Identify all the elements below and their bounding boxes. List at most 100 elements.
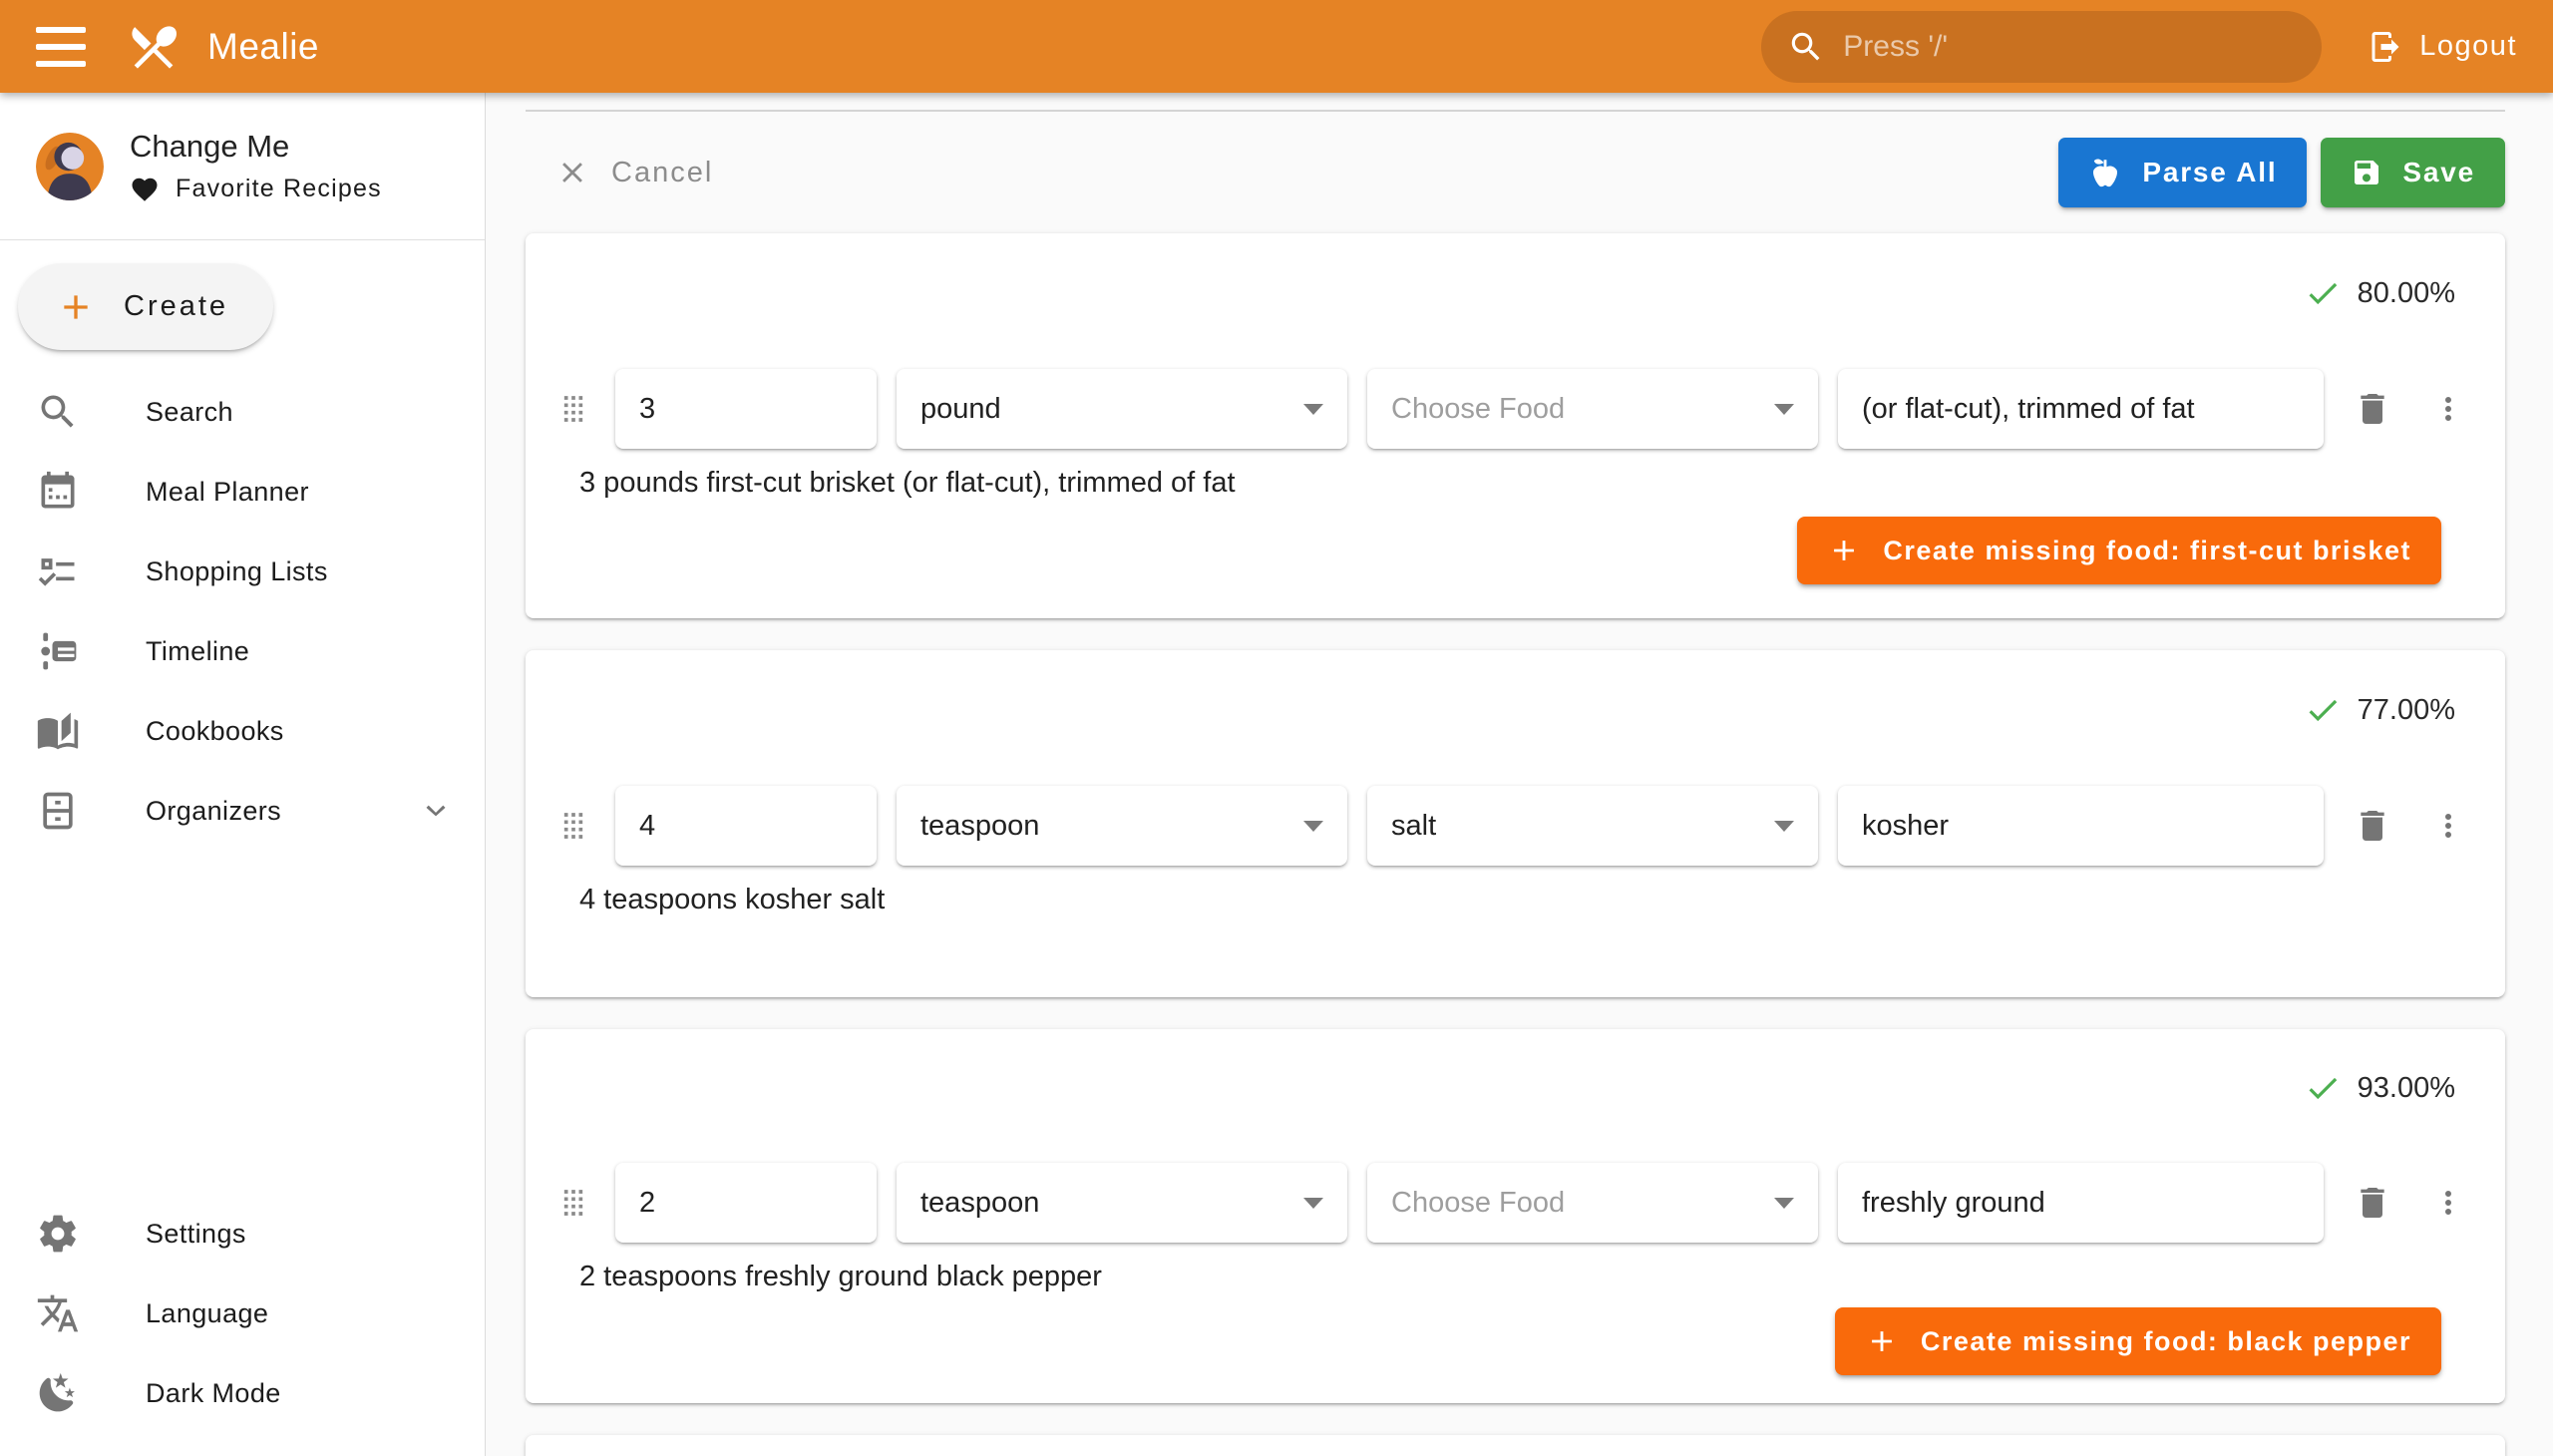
check-icon: [2304, 1069, 2342, 1107]
calendar-icon: [36, 470, 80, 514]
sidebar-item-dark-mode[interactable]: Dark Mode: [0, 1353, 485, 1433]
dropdown-arrow-icon: [1303, 1198, 1323, 1209]
drag-handle-icon[interactable]: [551, 387, 595, 431]
dropdown-arrow-icon: [1303, 404, 1323, 415]
timeline-icon: [36, 629, 80, 673]
sidebar-item-label: Meal Planner: [146, 477, 455, 508]
dropdown-arrow-icon: [1774, 404, 1794, 415]
mealie-app: Mealie Press '/' Logout Change Me: [0, 0, 2553, 1456]
sidebar-item-language[interactable]: Language: [0, 1274, 485, 1353]
confidence-value: 93.00%: [2358, 1072, 2455, 1105]
sidebar-item-label: Dark Mode: [146, 1378, 455, 1409]
chevron-down-icon: [417, 792, 455, 830]
confidence-row: 77.00%: [551, 690, 2479, 730]
create-missing-food-button[interactable]: Create missing food: first-cut brisket: [1797, 517, 2441, 584]
sidebar: Change Me Favorite Recipes Create: [0, 93, 486, 1456]
dropdown-arrow-icon: [1774, 1198, 1794, 1209]
sidebar-item-label: Timeline: [146, 636, 455, 667]
plus-icon: [1827, 534, 1861, 567]
main-content: Cancel Parse All Save 80.00%: [486, 93, 2553, 1456]
sidebar-divider: [0, 239, 485, 240]
unit-select[interactable]: teaspoon: [897, 786, 1347, 866]
search-icon: [1787, 28, 1825, 66]
original-ingredient-text: 2 teaspoons freshly ground black pepper: [579, 1261, 2479, 1293]
sidebar-item-cookbooks[interactable]: Cookbooks: [0, 691, 485, 771]
logout-icon: [2368, 29, 2403, 65]
search-input[interactable]: Press '/': [1761, 11, 2322, 83]
avatar[interactable]: [36, 133, 104, 200]
note-input[interactable]: [1838, 1163, 2324, 1243]
confidence-row: 80.00%: [551, 273, 2479, 313]
sidebar-item-label: Organizers: [146, 796, 417, 827]
cancel-button[interactable]: Cancel: [555, 156, 713, 189]
create-button[interactable]: Create: [18, 263, 273, 350]
dropdown-arrow-icon: [1774, 821, 1794, 832]
user-name: Change Me: [130, 129, 382, 165]
favorite-recipes-label: Favorite Recipes: [176, 175, 382, 203]
search-placeholder: Press '/': [1843, 30, 1948, 64]
note-input[interactable]: [1838, 369, 2324, 449]
sidebar-item-timeline[interactable]: Timeline: [0, 611, 485, 691]
file-cabinet-icon: [36, 789, 80, 833]
parse-all-label: Parse All: [2142, 157, 2277, 188]
food-select[interactable]: Choose Food: [1367, 1163, 1818, 1243]
kebab-menu-icon[interactable]: [2427, 805, 2469, 847]
logout-button[interactable]: Logout: [2368, 29, 2517, 65]
quantity-input[interactable]: [615, 369, 877, 449]
gear-icon: [36, 1212, 80, 1256]
mealie-logo-icon: [126, 19, 182, 75]
ingredient-card-partial: [526, 1435, 2505, 1456]
save-icon: [2351, 157, 2382, 188]
save-button[interactable]: Save: [2321, 138, 2505, 207]
unit-select[interactable]: teaspoon: [897, 1163, 1347, 1243]
create-missing-food-button[interactable]: Create missing food: black pepper: [1835, 1307, 2441, 1375]
sidebar-item-label: Search: [146, 397, 455, 428]
ingredient-card: 80.00% pound Choose Food 3 pounds first-…: [526, 233, 2505, 618]
ingredient-fields-row: pound Choose Food: [551, 369, 2479, 449]
original-ingredient-text: 4 teaspoons kosher salt: [579, 884, 2479, 919]
sidebar-item-organizers[interactable]: Organizers: [0, 771, 485, 851]
app-title: Mealie: [207, 26, 319, 68]
save-label: Save: [2402, 157, 2475, 188]
quantity-input[interactable]: [615, 786, 877, 866]
cancel-label: Cancel: [611, 157, 713, 189]
plus-icon: [56, 287, 96, 327]
parse-all-button[interactable]: Parse All: [2058, 138, 2307, 207]
confidence-row: 93.00%: [551, 1069, 2479, 1107]
ingredient-card: 93.00% teaspoon Choose Food 2 teaspoons …: [526, 1029, 2505, 1403]
drag-handle-icon[interactable]: [551, 1181, 595, 1225]
drag-handle-icon[interactable]: [551, 804, 595, 848]
ingredient-fields-row: teaspoon Choose Food: [551, 1163, 2479, 1243]
kebab-menu-icon[interactable]: [2427, 388, 2469, 430]
delete-icon[interactable]: [2350, 386, 2395, 432]
sidebar-item-meal-planner[interactable]: Meal Planner: [0, 452, 485, 532]
sidebar-item-settings[interactable]: Settings: [0, 1194, 485, 1274]
food-select[interactable]: salt: [1367, 786, 1818, 866]
sidebar-nav: Search Meal Planner Shopping Lists Timel…: [0, 372, 485, 851]
open-book-icon: [36, 709, 80, 753]
delete-icon[interactable]: [2350, 803, 2395, 849]
sidebar-item-search[interactable]: Search: [0, 372, 485, 452]
plus-icon: [1865, 1324, 1899, 1358]
note-input[interactable]: [1838, 786, 2324, 866]
ingredient-fields-row: teaspoon salt: [551, 786, 2479, 866]
top-app-bar: Mealie Press '/' Logout: [0, 0, 2553, 93]
kebab-menu-icon[interactable]: [2427, 1182, 2469, 1224]
checklist-icon: [36, 549, 80, 593]
favorite-recipes-link[interactable]: Favorite Recipes: [130, 175, 382, 204]
create-button-label: Create: [124, 290, 228, 323]
check-icon: [2304, 691, 2342, 729]
menu-hamburger-icon[interactable]: [36, 27, 86, 67]
confidence-value: 77.00%: [2358, 694, 2455, 727]
sidebar-item-label: Settings: [146, 1219, 455, 1250]
delete-icon[interactable]: [2350, 1180, 2395, 1226]
check-icon: [2304, 274, 2342, 312]
editor-toolbar: Cancel Parse All Save: [526, 112, 2505, 233]
user-section: Change Me Favorite Recipes: [0, 93, 485, 239]
food-select[interactable]: Choose Food: [1367, 369, 1818, 449]
sidebar-item-shopping-lists[interactable]: Shopping Lists: [0, 532, 485, 611]
user-info: Change Me Favorite Recipes: [130, 129, 382, 204]
dropdown-arrow-icon: [1303, 821, 1323, 832]
quantity-input[interactable]: [615, 1163, 877, 1243]
unit-select[interactable]: pound: [897, 369, 1347, 449]
